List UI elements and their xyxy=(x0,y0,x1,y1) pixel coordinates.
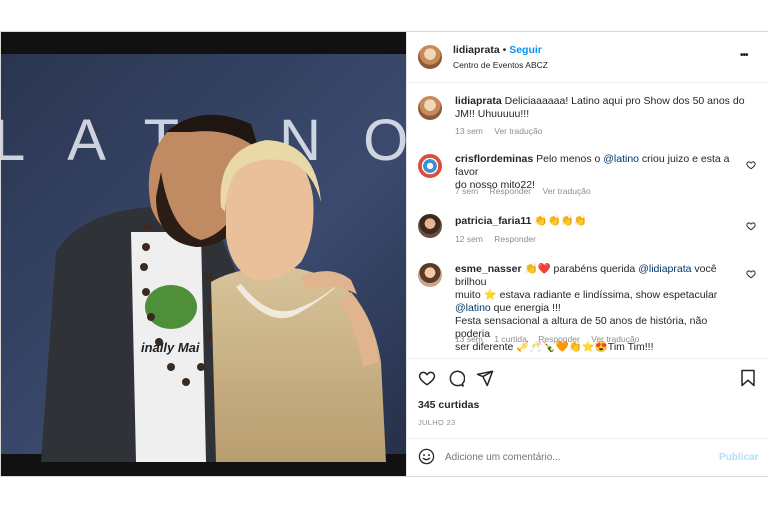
caption-meta: 13 sem Ver tradução xyxy=(455,126,551,136)
comment-avatar-esme[interactable] xyxy=(418,263,442,287)
comment-meta: 12 sem Responder xyxy=(455,234,545,244)
caption-line1: Deliciaaaaaa! Latino aqui pro Show dos 5… xyxy=(504,95,745,107)
caption-avatar[interactable] xyxy=(418,96,442,120)
comment-icon[interactable] xyxy=(447,369,465,387)
translate-button[interactable]: Ver tradução xyxy=(591,334,639,344)
emoji-icon[interactable] xyxy=(418,448,435,465)
comment-text: Pelo menos o xyxy=(533,153,604,165)
comment-meta: 7 sem Responder Ver tradução xyxy=(455,186,600,196)
caption-time[interactable]: 13 sem xyxy=(455,126,483,136)
caption-translate[interactable]: Ver tradução xyxy=(494,126,542,136)
comment-time[interactable]: 13 sem xyxy=(455,334,483,344)
composer-divider xyxy=(407,438,768,439)
instagram-post-frame: LATINO inally Mai xyxy=(0,31,768,477)
post-date: JULHO 23 xyxy=(418,418,456,427)
more-options-button[interactable]: ••• xyxy=(740,49,748,62)
caption-username[interactable]: lidiaprata xyxy=(455,95,502,107)
like-comment-icon[interactable] xyxy=(746,269,756,279)
comment-username[interactable]: crisflordeminas xyxy=(455,153,533,165)
post-photo-illustration: LATINO inally Mai xyxy=(1,32,406,476)
caption-line2: JM!! Uhuuuuu!!! xyxy=(455,108,530,120)
share-icon[interactable] xyxy=(476,369,494,387)
comment-avatar-crisflordeminas[interactable] xyxy=(418,154,442,178)
post-author-avatar[interactable] xyxy=(418,45,442,69)
comment-likes[interactable]: 1 curtida xyxy=(494,334,527,344)
mention-link[interactable]: @latino xyxy=(603,153,639,165)
comment-time[interactable]: 7 sem xyxy=(455,186,478,196)
header-divider xyxy=(407,82,768,83)
comment-patricia: patricia_faria11 👏👏👏👏 xyxy=(455,215,745,228)
follow-button[interactable]: Seguir xyxy=(509,44,542,56)
comment-username[interactable]: patricia_faria11 xyxy=(455,215,531,227)
like-comment-icon[interactable] xyxy=(746,221,756,231)
comment-meta: 13 sem 1 curtida Responder Ver tradução xyxy=(455,334,648,344)
comment-time[interactable]: 12 sem xyxy=(455,234,483,244)
translate-button[interactable]: Ver tradução xyxy=(543,186,591,196)
bookmark-icon[interactable] xyxy=(740,369,756,387)
comment-avatar-patricia[interactable] xyxy=(418,214,442,238)
comment-text: muito ⭐ estava radiante e lindíssima, sh… xyxy=(455,289,718,301)
post-author-username[interactable]: lidiaprata xyxy=(453,44,500,56)
comment-username[interactable]: esme_nasser xyxy=(455,263,522,275)
post-location[interactable]: Centro de Eventos ABCZ xyxy=(453,59,548,72)
likes-count[interactable]: 345 curtidas xyxy=(418,399,479,412)
comment-text: 👏👏👏👏 xyxy=(531,215,587,227)
mention-link[interactable]: @lidiaprata xyxy=(638,263,691,275)
comment-input[interactable] xyxy=(445,449,705,465)
comment-text: que energia !!! xyxy=(490,302,561,314)
comment-text: 👏❤️ parabéns querida xyxy=(521,263,639,275)
mention-link[interactable]: @latino xyxy=(455,302,491,314)
svg-text:inally Mai: inally Mai xyxy=(141,340,200,355)
reply-button[interactable]: Responder xyxy=(490,186,532,196)
like-comment-icon[interactable] xyxy=(746,160,756,170)
comments-divider xyxy=(407,358,768,359)
publish-button[interactable]: Publicar xyxy=(719,451,758,464)
heart-icon[interactable] xyxy=(418,369,436,387)
post-side-panel: lidiaprata • Seguir Centro de Eventos AB… xyxy=(406,32,768,476)
reply-button[interactable]: Responder xyxy=(494,234,536,244)
caption-text: lidiaprata Deliciaaaaaa! Latino aqui pro… xyxy=(455,95,755,121)
post-photo[interactable]: LATINO inally Mai xyxy=(1,32,406,476)
reply-button[interactable]: Responder xyxy=(538,334,580,344)
